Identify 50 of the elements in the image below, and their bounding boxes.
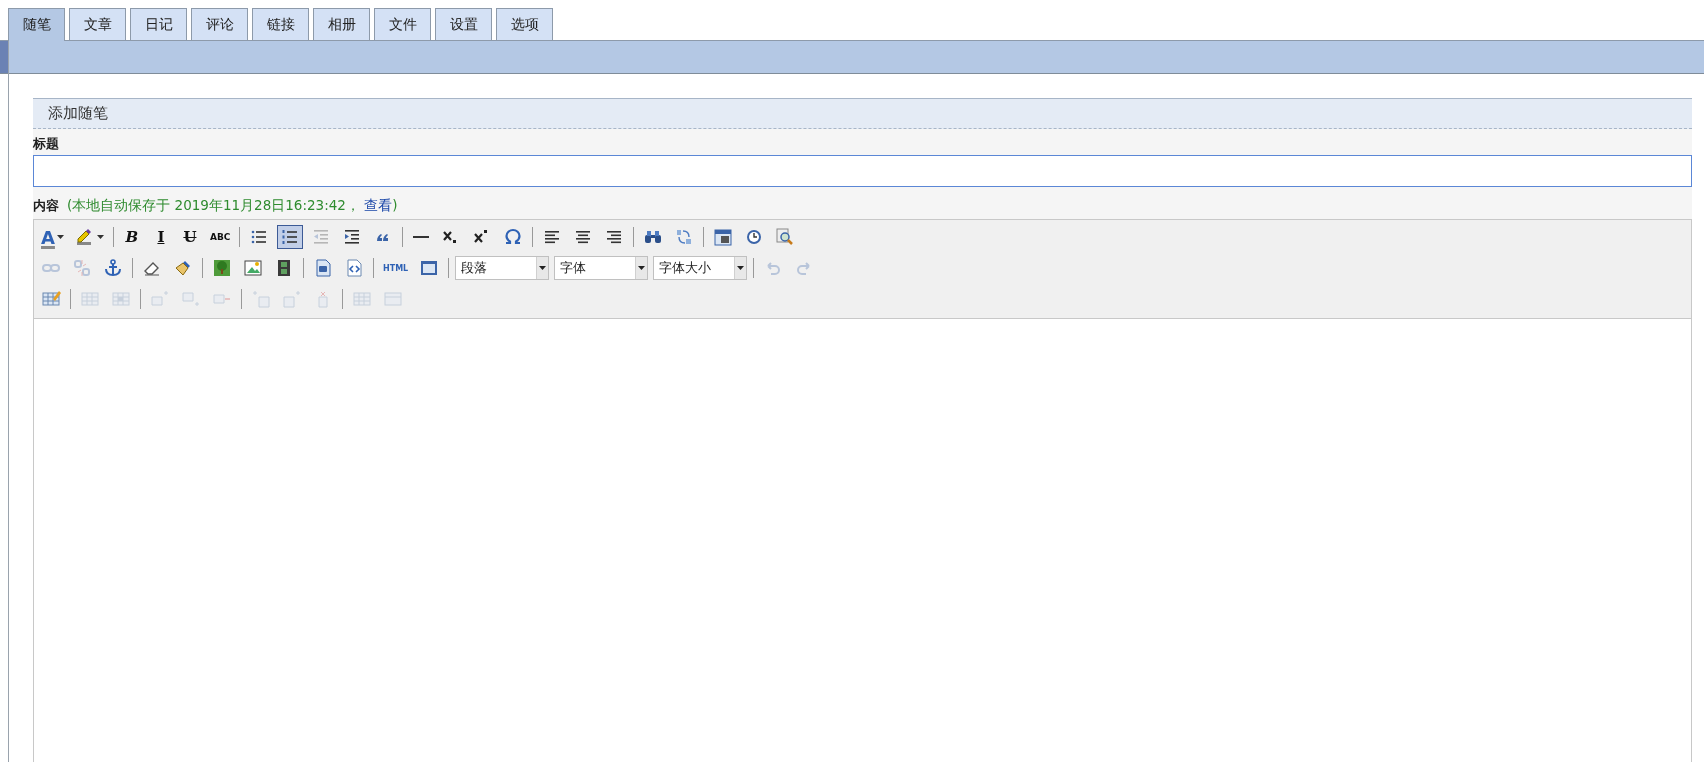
underline-button[interactable]: U	[177, 225, 202, 249]
tab[interactable]: 随笔	[8, 8, 65, 41]
dropdown-arrow-icon	[638, 266, 646, 270]
numbered-list-button[interactable]	[277, 225, 304, 249]
calendar-icon	[713, 227, 734, 247]
tab[interactable]: 设置	[435, 8, 492, 40]
strikethrough-button[interactable]: ABC	[206, 225, 234, 249]
italic-button[interactable]: I	[148, 225, 173, 249]
tree-picture-icon	[212, 258, 232, 278]
caret-icon	[96, 235, 104, 239]
tab[interactable]: 文章	[69, 8, 126, 40]
table-grid-icon	[352, 289, 372, 309]
paragraph-format-select[interactable]: 段落	[455, 256, 550, 280]
text-color-button[interactable]: A	[38, 225, 67, 249]
table-pencil-icon	[41, 289, 61, 309]
dropdown-arrow-icon	[539, 266, 547, 270]
code-document-icon	[344, 258, 364, 278]
row-insert-icon	[150, 289, 170, 309]
document-icon	[313, 258, 333, 278]
tab[interactable]: 相册	[313, 8, 370, 40]
font-size-select[interactable]: 字体大小	[653, 256, 748, 280]
html-source-button[interactable]: HTML	[380, 256, 412, 280]
landscape-picture-icon	[243, 258, 263, 278]
row-insert-icon	[181, 289, 201, 309]
tab[interactable]: 选项	[496, 8, 553, 40]
brush-icon	[173, 258, 193, 278]
font-family-select[interactable]: 字体	[554, 256, 649, 280]
section-title: 添加随笔	[48, 104, 108, 123]
bold-button[interactable]: B	[119, 225, 144, 249]
table-cell-icon	[111, 289, 131, 309]
anchor-icon	[103, 258, 123, 278]
table-row-icon	[80, 289, 100, 309]
table-merge-icon	[383, 289, 403, 309]
column-insert-icon	[251, 289, 271, 309]
broken-link-icon	[72, 258, 92, 278]
autosave-note: (本地自动保存于 2019年11月28日16:23:42， 查看)	[67, 197, 398, 215]
tab[interactable]: 文件	[374, 8, 431, 40]
field-label: 内容	[33, 197, 59, 215]
omega-icon	[503, 227, 524, 247]
title-input-field[interactable]	[33, 155, 1692, 187]
field-label: 标题	[33, 136, 59, 151]
horizontal-line-icon	[413, 236, 430, 238]
caret-icon	[56, 235, 64, 239]
tab[interactable]: 评论	[191, 8, 248, 40]
view-link[interactable]: 查看	[364, 197, 393, 213]
window-icon	[419, 258, 440, 278]
column-insert-icon	[282, 289, 302, 309]
dropdown-arrow-icon	[737, 266, 745, 270]
tab[interactable]: 日记	[130, 8, 187, 40]
tab[interactable]: 链接	[252, 8, 309, 40]
